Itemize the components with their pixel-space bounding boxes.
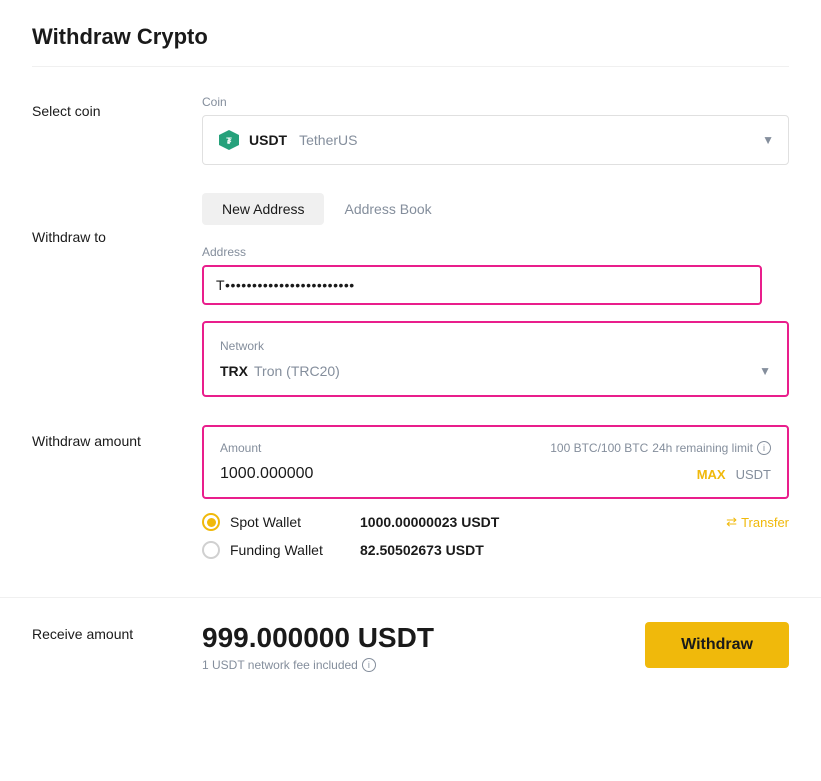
fee-note: 1 USDT network fee included i bbox=[202, 658, 645, 672]
spot-wallet-option[interactable]: Spot Wallet 1000.00000023 USDT ⇄ Transfe… bbox=[202, 513, 789, 531]
address-section: Address bbox=[202, 245, 789, 305]
funding-wallet-radio[interactable] bbox=[202, 541, 220, 559]
network-chevron-icon: ▼ bbox=[759, 364, 771, 378]
network-field-label: Network bbox=[220, 339, 771, 353]
withdraw-btn-container: Withdraw bbox=[645, 614, 789, 668]
amount-box: Amount 100 BTC/100 BTC 24h remaining lim… bbox=[202, 425, 789, 499]
withdraw-amount-content: Amount 100 BTC/100 BTC 24h remaining lim… bbox=[202, 425, 789, 569]
withdraw-amount-label: Withdraw amount bbox=[32, 425, 202, 449]
amount-actions: MAX USDT bbox=[697, 467, 771, 482]
coin-symbol: USDT bbox=[249, 132, 287, 148]
limit-info: 100 BTC/100 BTC 24h remaining limit i bbox=[550, 441, 771, 455]
spot-wallet-radio[interactable] bbox=[202, 513, 220, 531]
spot-wallet-label: Spot Wallet bbox=[230, 514, 350, 530]
usdt-icon: ₮ bbox=[217, 128, 241, 152]
withdraw-to-label: Withdraw to bbox=[32, 193, 202, 245]
tab-address-book[interactable]: Address Book bbox=[324, 193, 451, 225]
receive-amount-content: 999.000000 USDT 1 USDT network fee inclu… bbox=[202, 614, 645, 672]
funding-wallet-label: Funding Wallet bbox=[230, 542, 350, 558]
limit-current: 100 BTC bbox=[550, 441, 597, 455]
withdraw-button[interactable]: Withdraw bbox=[645, 622, 789, 668]
address-field-label: Address bbox=[202, 245, 789, 259]
limit-label: 24h remaining limit bbox=[652, 441, 753, 455]
tab-new-address[interactable]: New Address bbox=[202, 193, 324, 225]
limit-total: 100 BTC bbox=[601, 441, 648, 455]
address-input-wrapper[interactable] bbox=[202, 265, 762, 305]
limit-value: 100 BTC/100 BTC bbox=[550, 441, 648, 455]
svg-text:₮: ₮ bbox=[226, 136, 232, 146]
amount-input-row: 1000.000000 MAX USDT bbox=[220, 465, 771, 483]
receive-amount-label: Receive amount bbox=[32, 614, 202, 642]
network-box: Network TRX Tron (TRC20) ▼ bbox=[202, 321, 789, 397]
spot-wallet-balance: 1000.00000023 USDT bbox=[360, 514, 716, 530]
coin-select-left: ₮ USDT TetherUS bbox=[217, 128, 357, 152]
network-full-name: Tron (TRC20) bbox=[254, 363, 340, 379]
radio-inner-spot bbox=[207, 518, 216, 527]
transfer-icon: ⇄ bbox=[726, 514, 737, 530]
amount-box-header: Amount 100 BTC/100 BTC 24h remaining lim… bbox=[220, 441, 771, 455]
receive-amount-row: Receive amount 999.000000 USDT 1 USDT ne… bbox=[32, 598, 789, 672]
address-tab-group: New Address Address Book bbox=[202, 193, 789, 225]
withdraw-to-content: New Address Address Book Address Network… bbox=[202, 193, 789, 397]
funding-wallet-option[interactable]: Funding Wallet 82.50502673 USDT bbox=[202, 541, 789, 559]
page-container: Withdraw Crypto Select coin Coin ₮ USDT … bbox=[0, 0, 821, 781]
funding-wallet-balance: 82.50502673 USDT bbox=[360, 542, 789, 558]
network-symbol: TRX bbox=[220, 363, 248, 379]
address-input[interactable] bbox=[216, 277, 748, 293]
select-coin-content: Coin ₮ USDT TetherUS ▼ bbox=[202, 95, 789, 165]
amount-value[interactable]: 1000.000000 bbox=[220, 465, 313, 483]
coin-full-name: TetherUS bbox=[299, 132, 357, 148]
amount-field-label: Amount bbox=[220, 441, 261, 455]
coin-field-label: Coin bbox=[202, 95, 789, 109]
select-coin-label: Select coin bbox=[32, 95, 202, 119]
amount-currency: USDT bbox=[736, 467, 771, 482]
spot-transfer-button[interactable]: ⇄ Transfer bbox=[726, 514, 789, 530]
fee-info-icon[interactable]: i bbox=[362, 658, 376, 672]
coin-dropdown[interactable]: ₮ USDT TetherUS ▼ bbox=[202, 115, 789, 165]
page-title: Withdraw Crypto bbox=[32, 24, 789, 67]
select-coin-row: Select coin Coin ₮ USDT TetherUS ▼ bbox=[32, 95, 789, 165]
limit-info-icon[interactable]: i bbox=[757, 441, 771, 455]
receive-amount-value: 999.000000 USDT bbox=[202, 622, 645, 654]
wallet-options: Spot Wallet 1000.00000023 USDT ⇄ Transfe… bbox=[202, 513, 789, 559]
coin-chevron-icon: ▼ bbox=[762, 133, 774, 147]
withdraw-to-row: Withdraw to New Address Address Book Add… bbox=[32, 193, 789, 397]
network-select-left: TRX Tron (TRC20) bbox=[220, 363, 340, 379]
max-button[interactable]: MAX bbox=[697, 467, 726, 482]
fee-note-text: 1 USDT network fee included bbox=[202, 658, 358, 672]
withdraw-amount-row: Withdraw amount Amount 100 BTC/100 BTC 2… bbox=[32, 425, 789, 569]
network-dropdown[interactable]: TRX Tron (TRC20) ▼ bbox=[220, 363, 771, 379]
transfer-label: Transfer bbox=[741, 515, 789, 530]
